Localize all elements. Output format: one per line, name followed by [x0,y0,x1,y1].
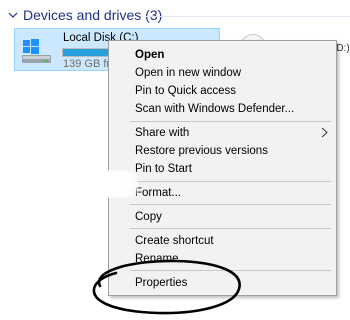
menu-item-restore-versions[interactable]: Restore previous versions [135,144,268,158]
windows-drive-icon [22,39,51,63]
menu-separator [130,228,331,229]
menu-item-format[interactable]: Format... [135,186,181,200]
hand-drawn-ellipse-highlight [92,259,241,315]
menu-item-copy[interactable]: Copy [135,210,162,224]
devices-group-header[interactable]: Devices and drives (3) [8,7,162,23]
group-divider [146,16,350,17]
menu-item-scan-defender[interactable]: Scan with Windows Defender... [135,102,294,116]
file-explorer-view: Devices and drives (3) Local Disk (C:) 1… [0,0,350,320]
group-title: Devices and drives (3) [23,7,163,23]
menu-item-create-shortcut[interactable]: Create shortcut [135,234,214,248]
chevron-down-icon [8,12,18,18]
chevron-right-icon [321,127,328,138]
menu-item-open-new-window[interactable]: Open in new window [135,66,241,80]
menu-separator [130,181,331,182]
menu-item-open[interactable]: Open [135,48,164,62]
menu-separator [130,204,331,205]
white-smudge-overlay [78,170,138,198]
menu-item-share-with[interactable]: Share with [135,126,189,140]
menu-item-pin-quick-access[interactable]: Pin to Quick access [135,84,236,98]
menu-item-pin-start[interactable]: Pin to Start [135,162,192,176]
menu-separator [130,121,331,122]
